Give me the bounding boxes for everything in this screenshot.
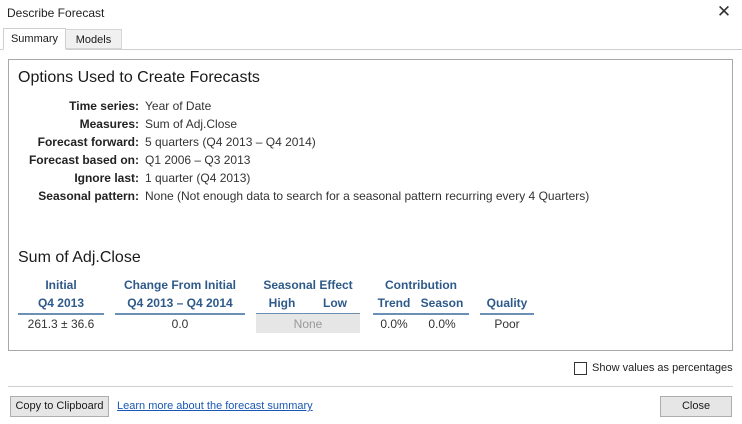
header-seasonal-effect: Seasonal Effect bbox=[263, 278, 353, 292]
tab-bar: Summary Models bbox=[0, 28, 742, 50]
footer-separator bbox=[8, 386, 733, 387]
copy-to-clipboard-button[interactable]: Copy to Clipboard bbox=[10, 396, 109, 417]
option-label-forecast-based-on: Forecast based on: bbox=[28, 153, 139, 167]
option-value-forecast-based-on: Q1 2006 – Q3 2013 bbox=[145, 153, 251, 167]
value-quality: Poor bbox=[494, 317, 520, 331]
options-heading: Options Used to Create Forecasts bbox=[18, 69, 260, 86]
value-change: 0.0 bbox=[171, 317, 189, 331]
option-label-measures: Measures: bbox=[79, 117, 139, 131]
option-label-ignore-last: Ignore last: bbox=[74, 171, 139, 185]
header-rule-contribution bbox=[373, 313, 469, 315]
option-label-seasonal-pattern: Seasonal pattern: bbox=[38, 189, 139, 203]
value-initial: 261.3 ± 36.6 bbox=[27, 317, 95, 331]
header-season: Season bbox=[420, 296, 464, 310]
header-quality: Quality bbox=[486, 296, 528, 310]
value-seasonal-effect: None bbox=[293, 317, 323, 331]
learn-more-link[interactable]: Learn more about the forecast summary bbox=[117, 400, 313, 412]
header-rule-quality bbox=[480, 313, 534, 315]
header-trend: Trend bbox=[377, 296, 411, 310]
window-title: Describe Forecast bbox=[7, 6, 105, 20]
tab-summary[interactable]: Summary bbox=[3, 28, 66, 50]
close-button[interactable]: Close bbox=[660, 396, 732, 417]
header-initial: Initial bbox=[45, 278, 77, 292]
header-seasonal-high: High bbox=[268, 296, 296, 310]
value-season: 0.0% bbox=[428, 317, 456, 331]
option-label-time-series: Time series: bbox=[69, 99, 139, 113]
header-rule-initial bbox=[18, 313, 104, 315]
option-value-time-series: Year of Date bbox=[145, 99, 212, 113]
show-percentages-label[interactable]: Show values as percentages bbox=[592, 362, 733, 374]
header-change-period: Q4 2013 – Q4 2014 bbox=[127, 296, 233, 310]
summary-heading: Sum of Adj.Close bbox=[18, 249, 141, 266]
tab-models[interactable]: Models bbox=[66, 29, 122, 49]
option-label-forecast-forward: Forecast forward: bbox=[37, 135, 139, 149]
header-seasonal-low: Low bbox=[323, 296, 347, 310]
header-change: Change From Initial bbox=[123, 278, 236, 292]
title-bar: Describe Forecast ✕ bbox=[0, 0, 742, 26]
option-value-forecast-forward: 5 quarters (Q4 2013 – Q4 2014) bbox=[145, 135, 316, 149]
value-trend: 0.0% bbox=[380, 317, 408, 331]
close-icon[interactable]: ✕ bbox=[714, 2, 734, 22]
header-rule-change bbox=[115, 313, 245, 315]
option-value-seasonal-pattern: None (Not enough data to search for a se… bbox=[145, 189, 590, 203]
option-value-ignore-last: 1 quarter (Q4 2013) bbox=[145, 171, 251, 185]
header-contribution: Contribution bbox=[385, 278, 457, 292]
show-percentages-checkbox[interactable] bbox=[574, 362, 587, 375]
header-initial-period: Q4 2013 bbox=[37, 296, 85, 310]
option-value-measures: Sum of Adj.Close bbox=[145, 117, 238, 131]
summary-panel: Options Used to Create Forecasts Time se… bbox=[8, 59, 733, 351]
